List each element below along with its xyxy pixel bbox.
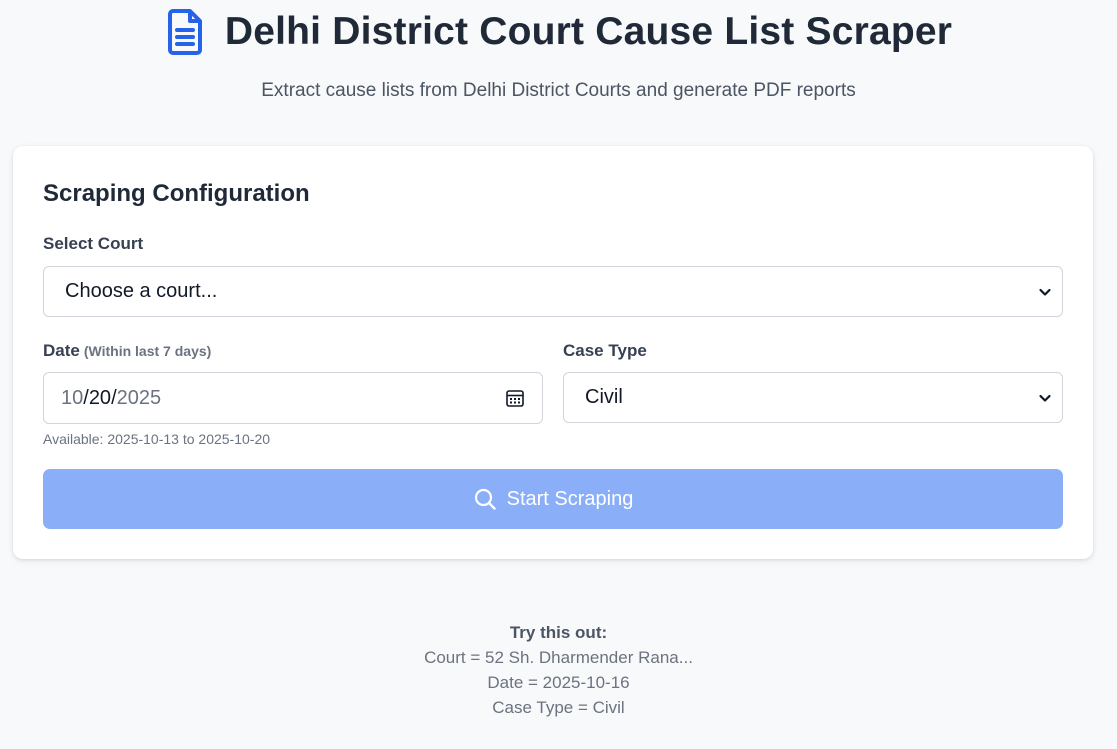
case-type-select[interactable]: Civil (563, 372, 1063, 423)
tip-case-type: Case Type = Civil (492, 698, 625, 717)
title-row: Delhi District Court Cause List Scraper (0, 8, 1117, 56)
page-title: Delhi District Court Cause List Scraper (224, 10, 953, 53)
card-title: Scraping Configuration (43, 180, 310, 207)
document-icon (167, 9, 202, 55)
page-subtitle: Extract cause lists from Delhi District … (261, 80, 856, 101)
court-label: Select Court (43, 234, 144, 253)
scraping-config-card: Scraping Configuration Select Court Choo… (13, 146, 1093, 559)
date-month[interactable]: 10 (61, 387, 83, 410)
page-header: Delhi District Court Cause List Scraper … (0, 0, 1117, 130)
tip-title: Try this out: (509, 623, 608, 642)
calendar-icon[interactable] (505, 388, 525, 408)
case-type-label: Case Type (563, 341, 647, 360)
tip-court: Court = 52 Sh. Dharmender Rana... (424, 648, 693, 667)
case-type-select-value: Civil (585, 386, 623, 408)
chevron-down-icon (1039, 394, 1051, 402)
chevron-down-icon (1039, 288, 1051, 296)
court-select[interactable]: Choose a court... (43, 266, 1063, 317)
date-label: Date (Within last 7 days) (43, 341, 211, 361)
tip-date: Date = 2025-10-16 (487, 673, 630, 692)
court-select-value: Choose a court... (65, 280, 218, 302)
date-label-text: Date (43, 341, 80, 360)
date-year[interactable]: 2025 (117, 387, 162, 410)
start-scraping-button[interactable]: Start Scraping (43, 469, 1063, 529)
start-scraping-label: Start Scraping (506, 487, 634, 510)
search-icon (474, 488, 496, 510)
date-day[interactable]: 20 (89, 387, 111, 410)
date-input[interactable]: 10/20/2025 (43, 372, 543, 424)
try-this-out-section: Try this out: Court = 52 Sh. Dharmender … (0, 620, 1117, 720)
date-hint: (Within last 7 days) (83, 343, 212, 359)
date-availability-text: Available: 2025-10-13 to 2025-10-20 (43, 431, 271, 447)
